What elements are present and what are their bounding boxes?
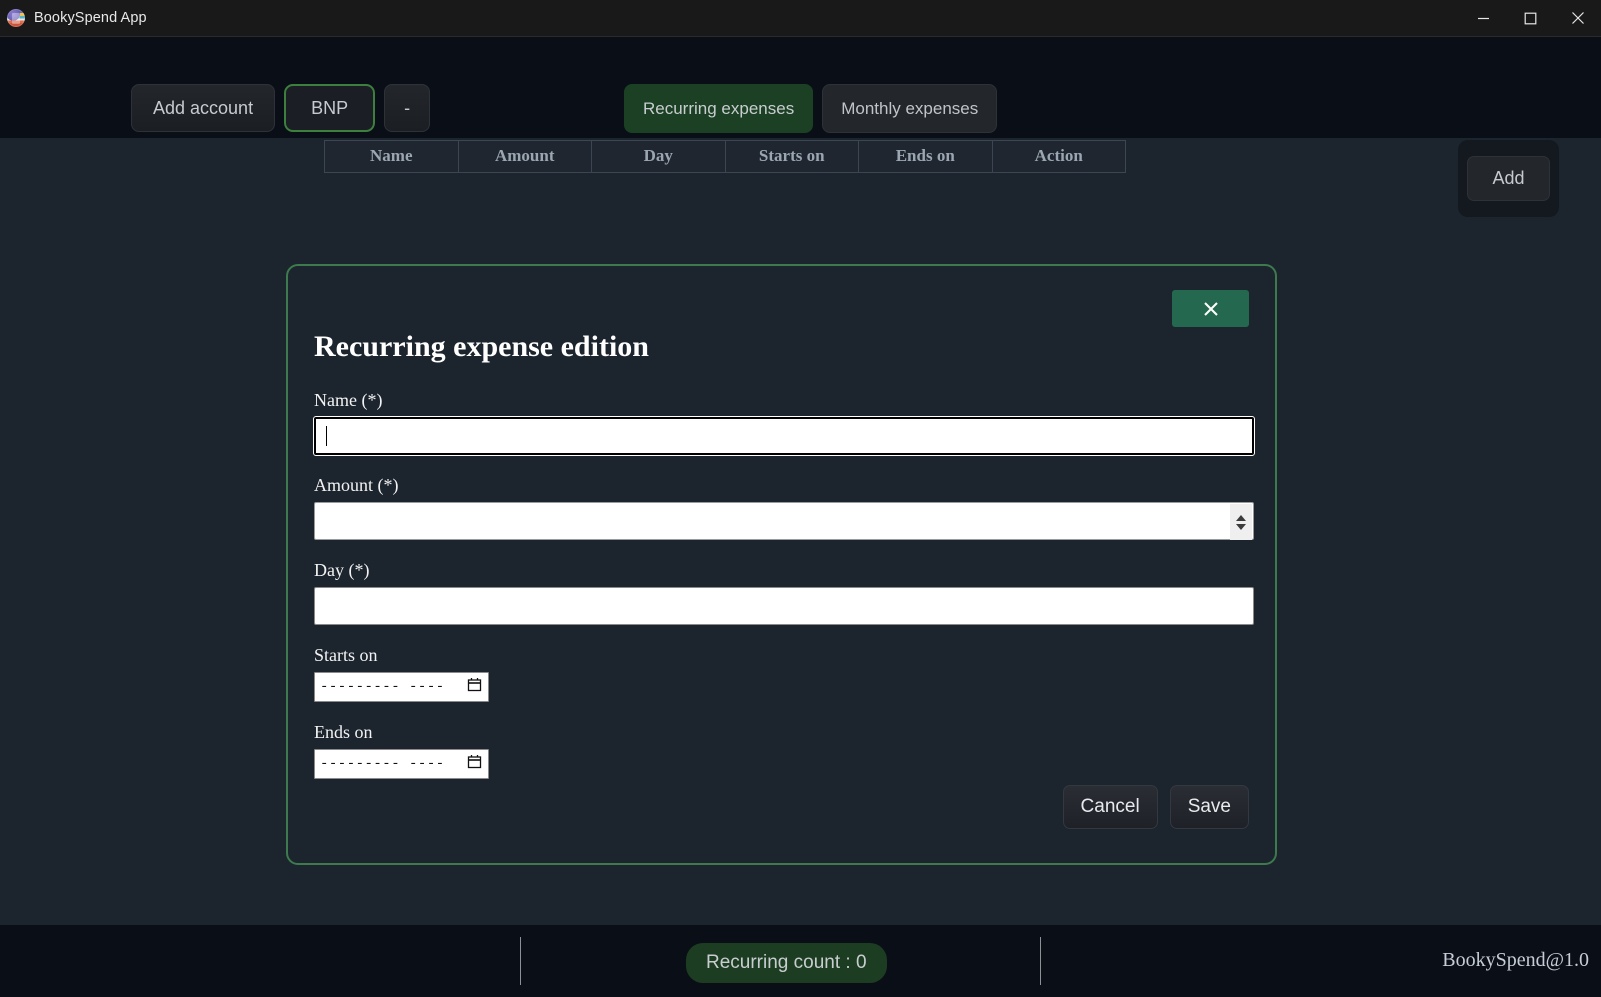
ends-on-date-input[interactable]: --------- ----	[314, 749, 489, 779]
field-starts-on: Starts on --------- ----	[314, 644, 1249, 702]
titlebar-left: BookySpend App	[0, 9, 1460, 27]
calendar-icon[interactable]	[467, 754, 482, 774]
spinner-up-icon[interactable]	[1236, 514, 1246, 521]
footer-divider-right	[1040, 937, 1041, 985]
day-input[interactable]	[314, 587, 1254, 625]
maximize-button[interactable]	[1507, 0, 1554, 37]
tab-bar: Recurring expenses Monthly expenses	[624, 84, 998, 133]
field-label-starts-on: Starts on	[314, 645, 378, 665]
account-group: Add account BNP -	[131, 84, 431, 132]
field-label-name: Name (*)	[314, 390, 383, 410]
expense-table-container: Name Amount Day Starts on Ends on Action	[324, 140, 1126, 173]
window-controls	[1460, 0, 1601, 37]
cancel-button[interactable]: Cancel	[1062, 785, 1158, 829]
close-button[interactable]	[1554, 0, 1601, 37]
field-label-amount: Amount (*)	[314, 475, 399, 495]
field-amount: Amount (*)	[314, 474, 1254, 540]
field-name: Name (*)	[313, 389, 1255, 456]
close-icon	[1202, 300, 1220, 318]
spinner-down-icon[interactable]	[1236, 523, 1246, 530]
ends-on-placeholder: --------- ----	[320, 756, 445, 772]
minimize-icon	[1477, 12, 1490, 25]
titlebar: BookySpend App	[0, 0, 1601, 37]
amount-input[interactable]	[314, 502, 1254, 540]
field-ends-on: Ends on --------- ----	[314, 721, 1249, 779]
maximize-icon	[1524, 12, 1537, 25]
recurring-expense-modal: Recurring expense edition Name (*) Amoun…	[286, 264, 1277, 865]
tab-monthly-expenses[interactable]: Monthly expenses	[822, 84, 998, 133]
topbar: Add account BNP - Recurring expenses Mon…	[0, 37, 1601, 164]
amount-spinner[interactable]	[1230, 504, 1252, 540]
app-logo-icon	[7, 9, 25, 27]
account-button-minus[interactable]: -	[384, 84, 431, 132]
table-head: Name Amount Day Starts on Ends on Action	[324, 140, 1126, 173]
name-input-holder	[313, 416, 1255, 456]
column-header-starts-on: Starts on	[724, 140, 859, 173]
starts-on-placeholder: --------- ----	[320, 679, 445, 695]
starts-on-date-input[interactable]: --------- ----	[314, 672, 489, 702]
account-button-bnp[interactable]: BNP	[284, 84, 376, 132]
footer-divider-left	[520, 937, 521, 985]
field-label-day: Day (*)	[314, 560, 370, 580]
table-header-row: Name Amount Day Starts on Ends on Action	[324, 140, 1126, 173]
field-label-ends-on: Ends on	[314, 722, 373, 742]
name-input[interactable]	[313, 416, 1255, 456]
main-content: Name Amount Day Starts on Ends on Action…	[0, 138, 1601, 925]
app-window: BookySpend App Add account BNP - Recurri…	[0, 0, 1601, 997]
window-title: BookySpend App	[34, 10, 147, 26]
text-caret	[326, 426, 327, 446]
column-header-name: Name	[324, 140, 459, 173]
modal-actions: Cancel Save	[1062, 785, 1249, 829]
column-header-day: Day	[591, 140, 726, 173]
modal-title: Recurring expense edition	[314, 330, 649, 363]
column-header-ends-on: Ends on	[858, 140, 993, 173]
calendar-icon[interactable]	[467, 677, 482, 697]
field-day: Day (*)	[314, 559, 1254, 625]
tab-recurring-expenses[interactable]: Recurring expenses	[624, 84, 814, 133]
save-button[interactable]: Save	[1169, 785, 1249, 829]
modal-close-button[interactable]	[1172, 290, 1249, 327]
column-header-action: Action	[991, 140, 1126, 173]
recurring-expense-form: Name (*) Amount (*) Day (*) Starts on --…	[313, 389, 1255, 779]
add-button-container: Add	[1458, 140, 1559, 217]
minimize-button[interactable]	[1460, 0, 1507, 37]
column-header-amount: Amount	[457, 140, 592, 173]
recurring-count-badge: Recurring count : 0	[686, 943, 887, 983]
status-bar: Recurring count : 0 BookySpend@1.0	[0, 925, 1601, 997]
add-button[interactable]: Add	[1467, 156, 1550, 201]
expense-table: Name Amount Day Starts on Ends on Action	[324, 140, 1126, 173]
add-account-button[interactable]: Add account	[131, 84, 276, 132]
close-icon	[1571, 11, 1585, 25]
version-label: BookySpend@1.0	[1442, 949, 1589, 971]
